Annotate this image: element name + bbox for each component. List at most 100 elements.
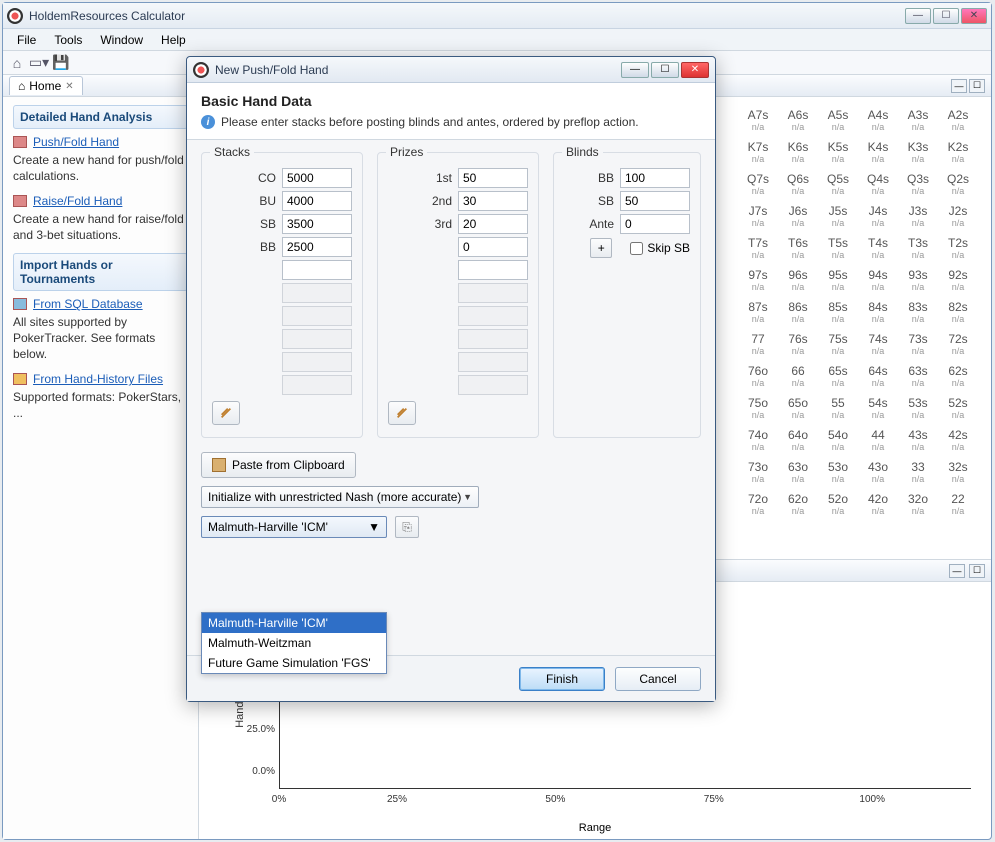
hand-cell[interactable]: 42on/a — [859, 489, 897, 519]
maximize-button[interactable]: ☐ — [933, 8, 959, 24]
hand-cell[interactable]: K3sn/a — [899, 137, 937, 167]
hand-cell[interactable]: T4sn/a — [859, 233, 897, 263]
dropdown-option[interactable]: Future Game Simulation 'FGS' — [202, 653, 386, 673]
dropdown-option[interactable]: Malmuth-Weitzman — [202, 633, 386, 653]
sb-input[interactable] — [620, 191, 690, 211]
hand-cell[interactable]: A2sn/a — [939, 105, 977, 135]
new-icon[interactable]: ▭▾ — [31, 55, 47, 71]
stack-input[interactable] — [282, 214, 352, 234]
hand-cell[interactable]: 72sn/a — [939, 329, 977, 359]
hand-cell[interactable]: 53on/a — [819, 457, 857, 487]
prize-input[interactable] — [458, 237, 528, 257]
hand-cell[interactable]: 76on/a — [739, 361, 777, 391]
hand-cell[interactable]: K4sn/a — [859, 137, 897, 167]
hand-cell[interactable]: J5sn/a — [819, 201, 857, 231]
hand-cell[interactable]: 84sn/a — [859, 297, 897, 327]
nav-icon[interactable]: ⌂ — [9, 55, 25, 71]
hand-cell[interactable]: T2sn/a — [939, 233, 977, 263]
hand-cell[interactable]: 64on/a — [779, 425, 817, 455]
hand-cell[interactable]: 62on/a — [779, 489, 817, 519]
icm-model-combo[interactable]: Malmuth-Harville 'ICM' ▼ — [201, 516, 387, 538]
hand-cell[interactable]: 76sn/a — [779, 329, 817, 359]
minimize-button[interactable]: — — [905, 8, 931, 24]
panel-max-icon[interactable]: ☐ — [969, 564, 985, 578]
hand-cell[interactable]: 94sn/a — [859, 265, 897, 295]
skip-sb-checkbox[interactable] — [630, 242, 643, 255]
clear-prizes-button[interactable] — [388, 401, 416, 425]
close-button[interactable]: ✕ — [961, 8, 987, 24]
prize-input[interactable] — [458, 191, 528, 211]
hand-cell[interactable]: 54on/a — [819, 425, 857, 455]
dialog-minimize-button[interactable]: — — [621, 62, 649, 78]
hand-cell[interactable]: 72on/a — [739, 489, 777, 519]
hand-cell[interactable]: A4sn/a — [859, 105, 897, 135]
hand-cell[interactable]: 93sn/a — [899, 265, 937, 295]
menu-file[interactable]: File — [9, 30, 44, 50]
hh-link[interactable]: From Hand-History Files — [33, 372, 163, 386]
hand-cell[interactable]: Q5sn/a — [819, 169, 857, 199]
hand-cell[interactable]: 86sn/a — [779, 297, 817, 327]
raisefold-link[interactable]: Raise/Fold Hand — [33, 194, 122, 208]
hand-cell[interactable]: A6sn/a — [779, 105, 817, 135]
hand-cell[interactable]: 42sn/a — [939, 425, 977, 455]
hand-cell[interactable]: 82sn/a — [939, 297, 977, 327]
hand-cell[interactable]: T7sn/a — [739, 233, 777, 263]
hand-cell[interactable]: 64sn/a — [859, 361, 897, 391]
hand-cell[interactable]: Q6sn/a — [779, 169, 817, 199]
hand-cell[interactable]: Q2sn/a — [939, 169, 977, 199]
hand-cell[interactable]: 43on/a — [859, 457, 897, 487]
hand-cell[interactable]: K6sn/a — [779, 137, 817, 167]
hand-cell[interactable]: A5sn/a — [819, 105, 857, 135]
hand-cell[interactable]: Q7sn/a — [739, 169, 777, 199]
hand-cell[interactable]: 22n/a — [939, 489, 977, 519]
hand-cell[interactable]: 52on/a — [819, 489, 857, 519]
hand-cell[interactable]: 74sn/a — [859, 329, 897, 359]
save-icon[interactable]: 💾 — [53, 55, 69, 71]
hand-cell[interactable]: 85sn/a — [819, 297, 857, 327]
hand-cell[interactable]: 73sn/a — [899, 329, 937, 359]
add-blind-button[interactable]: + — [590, 238, 612, 258]
panel-max-icon[interactable]: ☐ — [969, 79, 985, 93]
hand-cell[interactable]: 75sn/a — [819, 329, 857, 359]
close-tab-icon[interactable]: ✕ — [65, 81, 73, 92]
hand-cell[interactable]: J7sn/a — [739, 201, 777, 231]
hand-cell[interactable]: 77n/a — [739, 329, 777, 359]
hand-cell[interactable]: J3sn/a — [899, 201, 937, 231]
finish-button[interactable]: Finish — [519, 667, 605, 691]
hand-cell[interactable]: T3sn/a — [899, 233, 937, 263]
menu-tools[interactable]: Tools — [46, 30, 90, 50]
hand-cell[interactable]: 97sn/a — [739, 265, 777, 295]
stack-input[interactable] — [282, 191, 352, 211]
prize-input[interactable] — [458, 214, 528, 234]
hand-cell[interactable]: J2sn/a — [939, 201, 977, 231]
panel-min-icon[interactable]: — — [949, 564, 965, 578]
dialog-maximize-button[interactable]: ☐ — [651, 62, 679, 78]
hand-cell[interactable]: A3sn/a — [899, 105, 937, 135]
pushfold-link[interactable]: Push/Fold Hand — [33, 135, 119, 149]
hand-cell[interactable]: K2sn/a — [939, 137, 977, 167]
stack-input[interactable] — [282, 168, 352, 188]
prize-input[interactable] — [458, 168, 528, 188]
hand-cell[interactable]: 52sn/a — [939, 393, 977, 423]
stack-input[interactable] — [282, 237, 352, 257]
bb-input[interactable] — [620, 168, 690, 188]
hand-cell[interactable]: Q3sn/a — [899, 169, 937, 199]
hand-cell[interactable]: 55n/a — [819, 393, 857, 423]
hand-cell[interactable]: 73on/a — [739, 457, 777, 487]
menu-window[interactable]: Window — [92, 30, 151, 50]
hand-cell[interactable]: A7sn/a — [739, 105, 777, 135]
hand-cell[interactable]: 63sn/a — [899, 361, 937, 391]
prize-input[interactable] — [458, 260, 528, 280]
hand-cell[interactable]: 87sn/a — [739, 297, 777, 327]
hand-cell[interactable]: 75on/a — [739, 393, 777, 423]
hand-cell[interactable]: 96sn/a — [779, 265, 817, 295]
hand-cell[interactable]: 53sn/a — [899, 393, 937, 423]
hand-cell[interactable]: 44n/a — [859, 425, 897, 455]
hand-cell[interactable]: 33n/a — [899, 457, 937, 487]
menu-help[interactable]: Help — [153, 30, 194, 50]
hand-cell[interactable]: Q4sn/a — [859, 169, 897, 199]
hand-cell[interactable]: 32sn/a — [939, 457, 977, 487]
hand-cell[interactable]: 32on/a — [899, 489, 937, 519]
paste-clipboard-button[interactable]: Paste from Clipboard — [201, 452, 356, 478]
hand-cell[interactable]: 65sn/a — [819, 361, 857, 391]
